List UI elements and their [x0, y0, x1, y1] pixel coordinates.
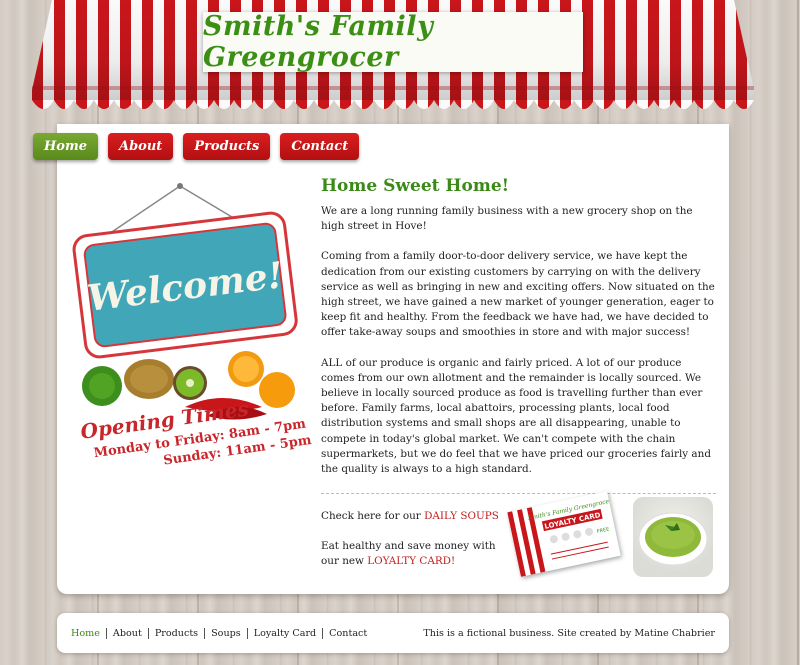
footer-link-loyalty-card[interactable]: Loyalty Card	[246, 627, 322, 639]
produce-paragraph: ALL of our produce is organic and fairly…	[321, 356, 711, 476]
footer-credit: This is a fictional business. Site creat…	[423, 627, 715, 639]
nav-home[interactable]: Home	[33, 133, 98, 160]
footer-link-home[interactable]: Home	[71, 628, 106, 639]
content-panel: Welcome! Opening Times Monday to Friday:…	[57, 124, 729, 594]
nav-about[interactable]: About	[107, 133, 174, 160]
history-paragraph: Coming from a family door-to-door delive…	[321, 250, 715, 339]
daily-soups-link[interactable]: DAILY SOUPS	[424, 510, 499, 522]
intro-paragraph: We are a long running family business wi…	[321, 205, 693, 233]
content-divider	[321, 493, 716, 495]
footer-link-soups[interactable]: Soups	[204, 627, 247, 639]
main-nav: Home About Products Contact	[33, 133, 360, 160]
page-heading: Home Sweet Home!	[321, 176, 510, 196]
loyalty-card-free: FREE	[596, 527, 610, 536]
footer-nav: Home About Products Soups Loyalty Card C…	[71, 627, 373, 639]
site-title-sign: Smith's Family Greengrocer	[203, 11, 583, 73]
soup-image[interactable]	[633, 497, 713, 577]
sidebar-illustrations: Welcome! Opening Times Monday to Friday:…	[57, 124, 312, 594]
footer: Home About Products Soups Loyalty Card C…	[57, 613, 729, 653]
footer-link-products[interactable]: Products	[147, 627, 204, 639]
welcome-sign-image: Welcome!	[72, 183, 298, 420]
nav-products[interactable]: Products	[183, 133, 271, 160]
footer-link-about[interactable]: About	[105, 627, 148, 639]
footer-link-contact[interactable]: Contact	[322, 627, 373, 639]
nav-contact[interactable]: Contact	[280, 133, 360, 160]
loyalty-promo: Eat healthy and save money with our new …	[321, 540, 496, 568]
loyalty-card-link[interactable]: LOYALTY CARD!	[367, 555, 455, 567]
site-title: Smith's Family Greengrocer	[203, 11, 434, 73]
